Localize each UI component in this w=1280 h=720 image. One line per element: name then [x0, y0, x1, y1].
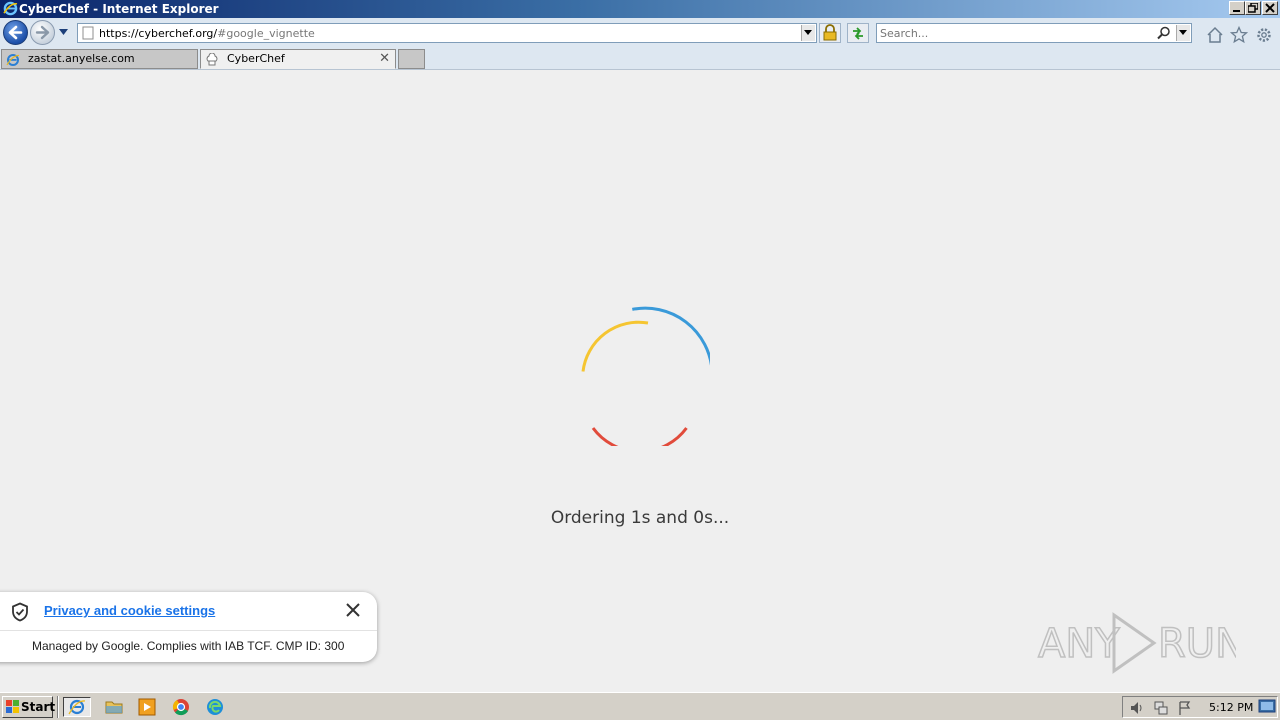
- ie-icon: [6, 54, 20, 66]
- action-center-flag-icon[interactable]: [1177, 700, 1193, 716]
- privacy-settings-link[interactable]: Privacy and cookie settings: [44, 603, 215, 618]
- shield-check-icon: [12, 602, 28, 622]
- minimize-icon: [1233, 10, 1240, 12]
- spinner-outer-arc: [632, 306, 710, 367]
- windows-flag-icon: [6, 700, 19, 713]
- taskbar-separator: [57, 696, 59, 718]
- spinner-middle-arc: [581, 320, 649, 372]
- close-tab-icon[interactable]: ✕: [379, 50, 390, 68]
- anyrun-watermark-logo: ANY RUN: [1037, 612, 1236, 674]
- restore-button[interactable]: [1245, 1, 1261, 15]
- chef-hat-icon: [206, 53, 218, 66]
- tab-label: CyberChef: [227, 52, 285, 65]
- security-lock-button[interactable]: [819, 23, 841, 43]
- tab-cyberchef[interactable]: CyberChef ✕: [200, 49, 396, 69]
- gear-icon[interactable]: [1255, 26, 1273, 44]
- title-bar[interactable]: CyberChef - Internet Explorer: [0, 0, 1280, 18]
- compatibility-refresh-button[interactable]: [847, 23, 869, 43]
- page-icon: [82, 26, 94, 40]
- new-tab-button[interactable]: [398, 49, 425, 69]
- chevron-down-icon: [1179, 30, 1187, 35]
- loading-spinner: [581, 306, 710, 446]
- close-icon[interactable]: [345, 602, 361, 618]
- history-dropdown-icon[interactable]: [59, 29, 69, 36]
- tab-label: zastat.anyelse.com: [28, 52, 135, 65]
- taskbar-ie-button[interactable]: [63, 697, 91, 717]
- clock[interactable]: 5:12 PM: [1209, 701, 1253, 714]
- home-icon[interactable]: [1206, 26, 1224, 44]
- address-dropdown-button[interactable]: [801, 25, 815, 41]
- address-bar[interactable]: https://cyberchef.org/#google_vignette: [77, 23, 817, 43]
- navigation-bar: https://cyberchef.org/#google_vignette: [0, 18, 1280, 48]
- back-button[interactable]: [3, 20, 28, 45]
- url-main: https://cyberchef.org/: [99, 27, 218, 40]
- taskbar: Start 5:12 PM: [0, 692, 1280, 720]
- edge-icon[interactable]: [205, 697, 225, 717]
- url-fragment: #google_vignette: [217, 27, 315, 40]
- cookie-banner: Privacy and cookie settings Managed by G…: [0, 592, 377, 662]
- ie-icon: [68, 699, 86, 715]
- system-tray: 5:12 PM: [1122, 696, 1278, 718]
- chrome-icon[interactable]: [171, 697, 191, 717]
- start-button[interactable]: Start: [2, 696, 56, 718]
- svg-text:ANY: ANY: [1038, 621, 1120, 667]
- forward-arrow-icon: [35, 25, 50, 40]
- minimize-button[interactable]: [1229, 1, 1245, 15]
- close-window-button[interactable]: [1262, 1, 1278, 15]
- restore-icon: [1248, 3, 1258, 13]
- tab-strip: zastat.anyelse.com CyberChef ✕: [0, 48, 1280, 70]
- url-text[interactable]: https://cyberchef.org/#google_vignette: [99, 27, 315, 40]
- media-player-icon[interactable]: [137, 697, 157, 717]
- network-icon[interactable]: [1153, 700, 1169, 716]
- refresh-icon: [853, 27, 863, 40]
- start-label: Start: [21, 700, 56, 714]
- cookie-note: Managed by Google. Complies with IAB TCF…: [32, 639, 345, 653]
- search-dropdown-button[interactable]: [1176, 25, 1190, 41]
- search-input[interactable]: [880, 26, 1150, 40]
- svg-text:RUN: RUN: [1158, 621, 1236, 667]
- ie-logo-icon: [3, 1, 18, 16]
- window-title: CyberChef - Internet Explorer: [19, 2, 219, 16]
- page-content: Ordering 1s and 0s... Privacy and cookie…: [0, 71, 1280, 692]
- close-icon: [1265, 3, 1275, 13]
- divider: [0, 630, 377, 631]
- tab-zastat[interactable]: zastat.anyelse.com: [1, 49, 198, 69]
- speaker-icon[interactable]: [1129, 700, 1145, 716]
- folder-icon[interactable]: [104, 697, 124, 717]
- back-arrow-icon: [8, 25, 23, 40]
- search-box[interactable]: [876, 23, 1192, 43]
- show-desktop-icon[interactable]: [1258, 699, 1276, 715]
- search-icon[interactable]: [1157, 26, 1171, 40]
- chevron-down-icon: [804, 30, 812, 35]
- forward-button[interactable]: [30, 20, 55, 45]
- favorites-star-icon[interactable]: [1230, 26, 1248, 44]
- loading-message: Ordering 1s and 0s...: [550, 508, 730, 528]
- spinner-inner-arc: [591, 427, 688, 446]
- lock-icon: [823, 24, 837, 41]
